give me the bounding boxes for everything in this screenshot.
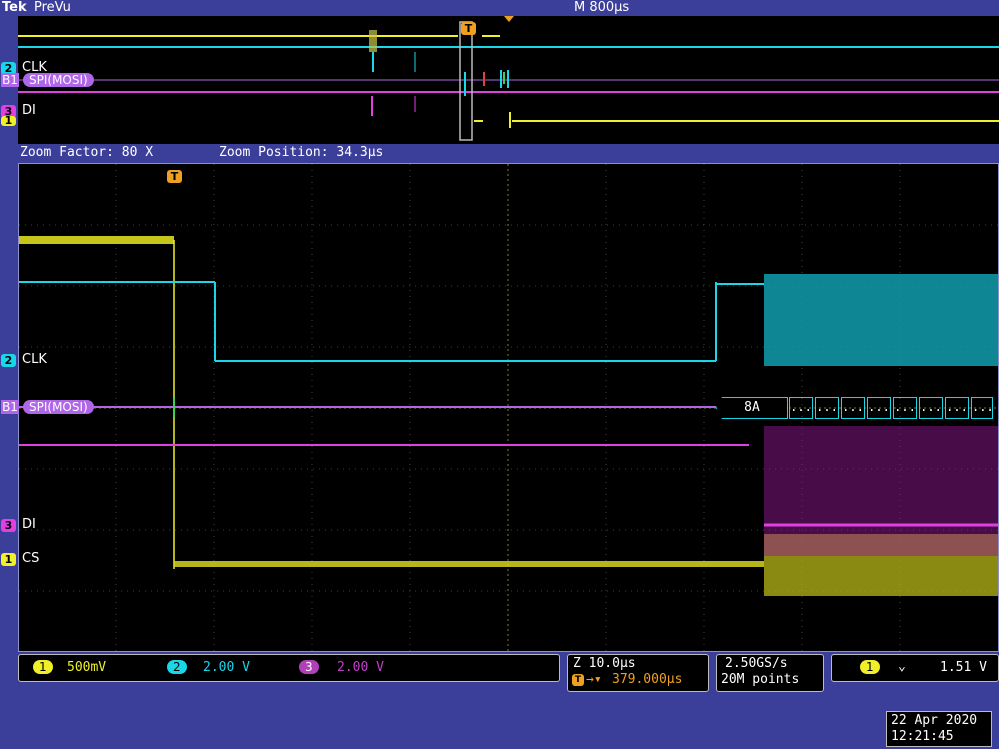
trigger-position: 379.000µs bbox=[612, 672, 683, 687]
acquisition-box[interactable]: 2.50GS/s 20M points bbox=[716, 654, 824, 692]
bus-num: B1 bbox=[1, 400, 19, 414]
zoom-time-scale: Z 10.0µs bbox=[573, 656, 636, 671]
ch2-scale: 2.00 V bbox=[203, 660, 250, 675]
trigger-source-chip: 1 bbox=[860, 660, 880, 674]
bus-packet[interactable]: ... bbox=[841, 397, 865, 419]
trigger-position-icon: T bbox=[572, 674, 584, 686]
bus-packet[interactable]: ... bbox=[789, 397, 813, 419]
datetime-box: 22 Apr 2020 12:21:45 bbox=[886, 711, 992, 747]
ch1-chip: 1 bbox=[33, 660, 53, 674]
bus-packet[interactable]: ... bbox=[867, 397, 891, 419]
bus-packet-first[interactable]: 8A bbox=[716, 397, 788, 419]
trigger-settings-box[interactable]: 1 ⌄ 1.51 V bbox=[831, 654, 999, 682]
acquisition-mode: PreVu bbox=[34, 0, 71, 15]
bus-packet[interactable]: ... bbox=[893, 397, 917, 419]
ch2-marker[interactable]: 2 bbox=[1, 354, 16, 367]
main-timebase: M 800µs bbox=[574, 0, 630, 15]
zoom-position: Zoom Position: 34.3µs bbox=[219, 145, 384, 160]
overview-bus-num: B1 bbox=[1, 73, 19, 87]
trigger-marker: T bbox=[167, 170, 182, 183]
record-length: 20M points bbox=[721, 672, 800, 687]
zoom-waveform-display[interactable]: T 8A ... ... ... ... ... ... ... ... bbox=[18, 163, 999, 652]
ch3-marker[interactable]: 3 bbox=[1, 519, 16, 532]
ch3-label: DI bbox=[22, 517, 36, 532]
horizontal-settings-box[interactable]: Z 10.0µs T →▾ 379.000µs bbox=[567, 654, 709, 692]
date: 22 Apr 2020 bbox=[891, 713, 978, 728]
brand-label: Tek bbox=[2, 0, 27, 15]
overview-waveforms bbox=[18, 16, 999, 141]
zoom-factor: Zoom Factor: 80 X bbox=[20, 145, 154, 160]
bus-marker[interactable]: B1 SPI(MOSI) bbox=[1, 400, 113, 415]
vertical-settings-box[interactable]: 1 500mV 2 2.00 V 3 2.00 V bbox=[18, 654, 560, 682]
sample-rate: 2.50GS/s bbox=[725, 656, 788, 671]
trigger-slope-icon: ⌄ bbox=[898, 659, 906, 674]
ch2-chip: 2 bbox=[167, 660, 187, 674]
overview-panel[interactable]: T bbox=[18, 16, 999, 144]
time: 12:21:45 bbox=[891, 729, 954, 744]
overview-bus-label: SPI(MOSI) bbox=[23, 73, 94, 87]
ch1-scale: 500mV bbox=[67, 660, 107, 675]
ch2-label: CLK bbox=[22, 352, 47, 367]
overview-bus-marker: B1 SPI(MOSI) bbox=[1, 73, 113, 88]
overview-ch3-label: DI bbox=[22, 103, 36, 118]
bus-packets-row: ... ... ... ... ... ... ... ... bbox=[789, 397, 994, 419]
trigger-level: 1.51 V bbox=[940, 660, 987, 675]
ch3-chip: 3 bbox=[299, 660, 319, 674]
ch1-label: CS bbox=[22, 551, 40, 566]
overview-trigger-marker: T bbox=[461, 22, 476, 35]
ch1-marker[interactable]: 1 bbox=[1, 553, 16, 566]
bus-packet[interactable]: ... bbox=[945, 397, 969, 419]
title-bar: Tek PreVu M 800µs bbox=[0, 0, 999, 16]
bus-packet[interactable]: ... bbox=[919, 397, 943, 419]
trigger-arrow-icon: →▾ bbox=[586, 672, 602, 687]
overview-ch1-marker: 1 bbox=[1, 115, 16, 126]
bus-packet[interactable]: ... bbox=[815, 397, 839, 419]
ch3-scale: 2.00 V bbox=[337, 660, 384, 675]
bus-label: SPI(MOSI) bbox=[23, 400, 94, 414]
bus-packet-value: 8A bbox=[744, 400, 760, 415]
bus-packet[interactable]: ... bbox=[971, 397, 994, 419]
